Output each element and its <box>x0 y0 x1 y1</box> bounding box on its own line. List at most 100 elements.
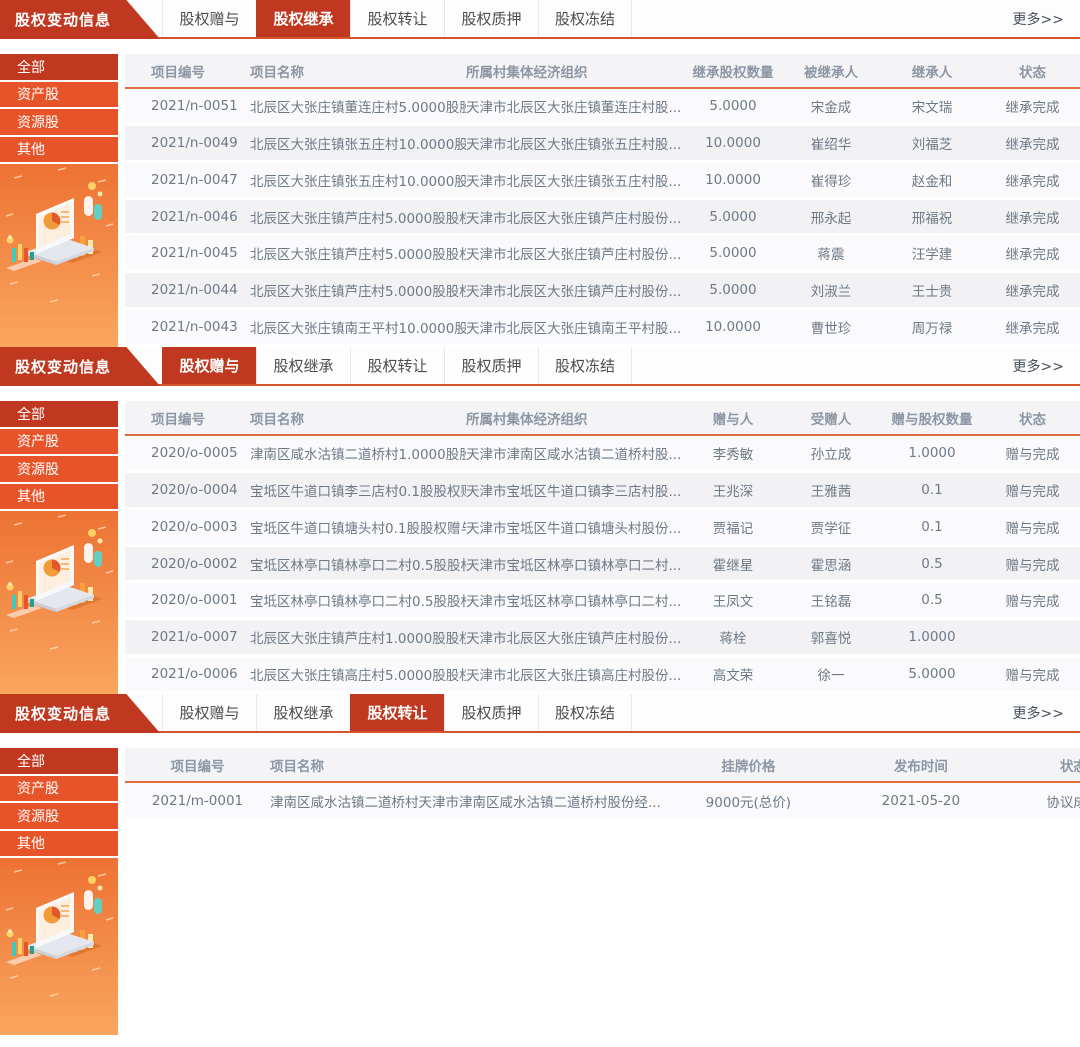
table-cell: 继承完成 <box>985 243 1080 263</box>
table-cell: 宝坻区林亭口镇林亭口二村0.5股股权赠与... <box>250 590 466 610</box>
tab-equity-inheritance[interactable]: 股权继承 <box>256 0 350 37</box>
table-cell: 赵金和 <box>879 170 985 190</box>
column-header: 发布时间 <box>836 755 1006 775</box>
table-cell: 贾福记 <box>683 517 783 537</box>
table-row[interactable]: 2021/n-0049北辰区大张庄镇张五庄村10.0000股股权继...天津市北… <box>125 126 1080 163</box>
more-link[interactable]: 更多>> <box>1013 347 1080 384</box>
table-cell: 曹世珍 <box>783 317 879 337</box>
sidebar-illustration-area <box>0 164 118 347</box>
table-cell: 北辰区大张庄镇芦庄村5.0000股股权继承... <box>250 207 466 227</box>
tab-equity-inheritance[interactable]: 股权继承 <box>256 347 350 384</box>
section-title: 股权变动信息 <box>0 703 111 724</box>
table-cell: 继承完成 <box>985 280 1080 300</box>
table-cell: 高文荣 <box>683 664 783 684</box>
section-title: 股权变动信息 <box>0 356 111 377</box>
tab-equity-gift[interactable]: 股权赠与 <box>162 347 256 384</box>
table-cell: 0.5 <box>879 592 985 608</box>
section-gift-panel: 股权变动信息 股权赠与 股权继承 股权转让 股权质押 股权冻结 更多>> 全部 … <box>0 347 1080 694</box>
sidebar-illustration-area <box>0 511 118 694</box>
table-row[interactable]: 2020/o-0001宝坻区林亭口镇林亭口二村0.5股股权赠与...天津市宝坻区… <box>125 583 1080 620</box>
table-cell: 天津市宝坻区牛道口镇塘头村股份... <box>466 517 683 537</box>
table-cell: 北辰区大张庄镇高庄村5.0000股股权赠与... <box>250 664 466 684</box>
table-row[interactable]: 2020/o-0005津南区咸水沽镇二道桥村1.0000股股权赠...天津市津南… <box>125 436 1080 473</box>
table-cell: 5.0000 <box>683 98 783 114</box>
table-cell: 天津市北辰区大张庄镇董连庄村股... <box>466 96 683 116</box>
equity-change-page: 股权变动信息 股权赠与 股权继承 股权转让 股权质押 股权冻结 更多>> 全部 … <box>0 0 1080 1047</box>
tab-equity-pledge[interactable]: 股权质押 <box>444 694 538 731</box>
table-cell: 邢福祝 <box>879 207 985 227</box>
table-cell: 继承完成 <box>985 207 1080 227</box>
section-ribbon: 股权变动信息 <box>0 694 160 733</box>
table-cell: 王士贵 <box>879 280 985 300</box>
tab-equity-freeze[interactable]: 股权冻结 <box>538 347 632 384</box>
table-cell: 宝坻区林亭口镇林亭口二村0.5股股权赠与... <box>250 554 466 574</box>
column-header: 项目名称 <box>250 61 466 81</box>
more-link[interactable]: 更多>> <box>1013 0 1080 37</box>
transfer-table: 项目编号项目名称挂牌价格发布时间状态2021/m-0001津南区咸水沽镇二道桥村… <box>125 748 1080 1035</box>
table-row[interactable]: 2020/o-0003宝坻区牛道口镇塘头村0.1股股权赠与项目天津市宝坻区牛道口… <box>125 510 1080 547</box>
table-cell: 2020/o-0004 <box>125 482 250 498</box>
sidebar-item-all[interactable]: 全部 <box>0 748 118 776</box>
sidebar-item-resource-shares[interactable]: 资源股 <box>0 109 118 137</box>
table-cell: 王铭磊 <box>783 590 879 610</box>
table-cell: 继承完成 <box>985 170 1080 190</box>
sidebar-item-all[interactable]: 全部 <box>0 401 118 429</box>
tab-equity-pledge[interactable]: 股权质押 <box>444 347 538 384</box>
sidebar-item-other[interactable]: 其他 <box>0 137 118 165</box>
column-header: 状态 <box>985 408 1080 428</box>
sidebar-item-all[interactable]: 全部 <box>0 54 118 82</box>
table-cell: 天津市宝坻区林亭口镇林亭口二村... <box>466 554 683 574</box>
sidebar-item-other[interactable]: 其他 <box>0 484 118 512</box>
table-cell: 2020/o-0005 <box>125 445 250 461</box>
table-row[interactable]: 2021/n-0044北辰区大张庄镇芦庄村5.0000股股权继承...天津市北辰… <box>125 273 1080 310</box>
table-cell: 5.0000 <box>683 245 783 261</box>
category-sidebar: 全部 资产股 资源股 其他 <box>0 748 118 1035</box>
sidebar-item-other[interactable]: 其他 <box>0 831 118 859</box>
table-row[interactable]: 2021/m-0001津南区咸水沽镇二道桥村天津市津南区咸水沽镇二道桥村股份经.… <box>125 783 1080 821</box>
tab-equity-inheritance[interactable]: 股权继承 <box>256 694 350 731</box>
sidebar-item-asset-shares[interactable]: 资产股 <box>0 82 118 110</box>
sidebar-item-resource-shares[interactable]: 资源股 <box>0 456 118 484</box>
table-row[interactable]: 2020/o-0004宝坻区牛道口镇李三店村0.1股股权赠与项目天津市宝坻区牛道… <box>125 473 1080 510</box>
section-ribbon: 股权变动信息 <box>0 0 160 39</box>
column-header: 项目名称 <box>270 755 661 775</box>
tab-equity-transfer[interactable]: 股权转让 <box>350 347 444 384</box>
table-row[interactable]: 2021/n-0051北辰区大张庄镇董连庄村5.0000股股权继...天津市北辰… <box>125 89 1080 126</box>
more-link[interactable]: 更多>> <box>1013 694 1080 731</box>
tab-equity-freeze[interactable]: 股权冻结 <box>538 694 632 731</box>
sidebar-item-asset-shares[interactable]: 资产股 <box>0 429 118 457</box>
table-row[interactable]: 2021/n-0047北辰区大张庄镇张五庄村10.0000股股权继...天津市北… <box>125 163 1080 200</box>
table-row[interactable]: 2021/o-0006北辰区大张庄镇高庄村5.0000股股权赠与...天津市北辰… <box>125 657 1080 694</box>
sidebar-item-asset-shares[interactable]: 资产股 <box>0 776 118 804</box>
tab-equity-gift[interactable]: 股权赠与 <box>162 0 256 37</box>
table-cell: 2021/n-0049 <box>125 135 250 151</box>
table-cell: 继承完成 <box>985 133 1080 153</box>
table-cell: 宝坻区牛道口镇塘头村0.1股股权赠与项目 <box>250 517 466 537</box>
table-header-row: 项目编号项目名称挂牌价格发布时间状态 <box>125 748 1080 783</box>
table-cell: 赠与完成 <box>985 554 1080 574</box>
table-cell: 5.0000 <box>683 209 783 225</box>
table-row[interactable]: 2021/o-0007北辰区大张庄镇芦庄村1.0000股股权赠与...天津市北辰… <box>125 620 1080 657</box>
section-body: 全部 资产股 资源股 其他 <box>0 54 1080 347</box>
table-cell: 2020/o-0002 <box>125 556 250 572</box>
table-cell: 宋文瑞 <box>879 96 985 116</box>
section-transfer-panel: 股权变动信息 股权赠与 股权继承 股权转让 股权质押 股权冻结 更多>> 全部 … <box>0 694 1080 1035</box>
table-row[interactable]: 2021/n-0045北辰区大张庄镇芦庄村5.0000股股权继承...天津市北辰… <box>125 236 1080 273</box>
tab-equity-transfer[interactable]: 股权转让 <box>350 694 444 731</box>
table-row[interactable]: 2021/n-0046北辰区大张庄镇芦庄村5.0000股股权继承...天津市北辰… <box>125 200 1080 237</box>
table-row[interactable]: 2021/n-0043北辰区大张庄镇南王平村10.0000股股权继...天津市北… <box>125 310 1080 347</box>
table-cell: 赠与完成 <box>985 480 1080 500</box>
table-cell: 天津市北辰区大张庄镇芦庄村股份... <box>466 207 683 227</box>
tab-equity-freeze[interactable]: 股权冻结 <box>538 0 632 37</box>
table-cell: 2020/o-0003 <box>125 519 250 535</box>
tab-equity-pledge[interactable]: 股权质押 <box>444 0 538 37</box>
table-row[interactable]: 2020/o-0002宝坻区林亭口镇林亭口二村0.5股股权赠与...天津市宝坻区… <box>125 547 1080 584</box>
tab-equity-transfer[interactable]: 股权转让 <box>350 0 444 37</box>
gift-table: 项目编号项目名称所属村集体经济组织赠与人受赠人赠与股权数量状态2020/o-00… <box>125 401 1080 694</box>
tab-bar: 股权赠与 股权继承 股权转让 股权质押 股权冻结 <box>162 347 632 384</box>
table-cell: 5.0000 <box>683 282 783 298</box>
sidebar-item-resource-shares[interactable]: 资源股 <box>0 803 118 831</box>
section-ribbon: 股权变动信息 <box>0 347 160 386</box>
tab-equity-gift[interactable]: 股权赠与 <box>162 694 256 731</box>
table-cell: 2021/n-0047 <box>125 172 250 188</box>
